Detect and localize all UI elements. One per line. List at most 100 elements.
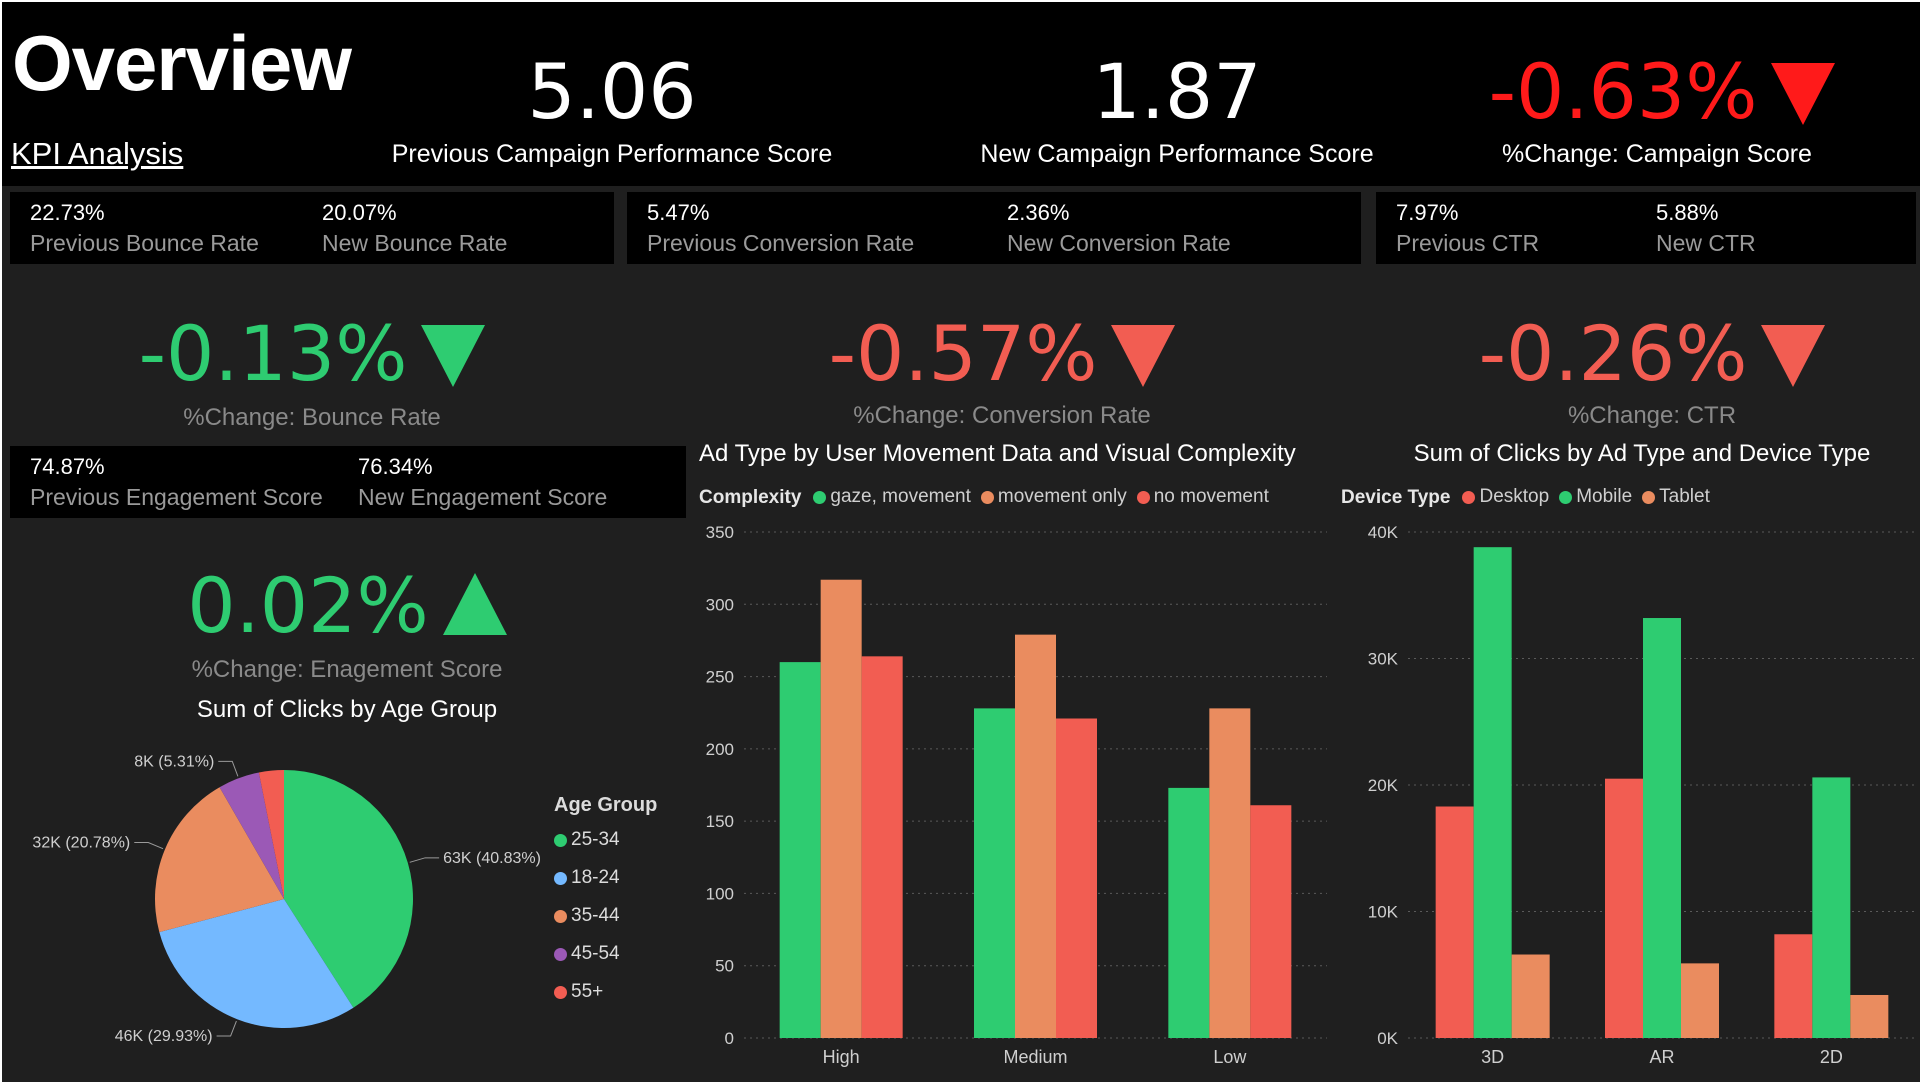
- pie-leader-line: [134, 842, 164, 850]
- prev-conversion-rate-value: 5.47%: [647, 200, 710, 225]
- bar-medium-gaze-movement[interactable]: [974, 708, 1015, 1038]
- y-tick-label: 250: [706, 668, 734, 687]
- y-tick-label: 0: [725, 1029, 734, 1048]
- bar-2d-desktop[interactable]: [1774, 934, 1813, 1038]
- prev-ctr-label: Previous CTR: [1396, 230, 1540, 256]
- age-legend-item-35-44[interactable]: 35-44: [554, 897, 657, 935]
- pie-leader-line: [218, 760, 239, 777]
- prev-engagement-score-label: Previous Engagement Score: [30, 484, 323, 510]
- legend-item-movement-only[interactable]: movement only: [980, 486, 1127, 508]
- bar-ar-tablet[interactable]: [1681, 963, 1719, 1038]
- legend-label: 35-44: [571, 905, 620, 926]
- device-legend-items: Desktop Mobile Tablet: [1462, 486, 1719, 510]
- legend-dot-icon: [1462, 490, 1476, 504]
- legend-label: Mobile: [1576, 486, 1633, 507]
- bounce-change-label: %Change: Bounce Rate: [183, 404, 441, 431]
- legend-label: movement only: [997, 486, 1127, 507]
- new-engagement-score-value: 76.34%: [358, 454, 433, 479]
- bar-low-movement-only[interactable]: [1209, 708, 1251, 1038]
- y-tick-label: 30K: [1368, 650, 1399, 669]
- triangle-down-icon: [1771, 63, 1836, 125]
- engagement-change-label: %Change: Enagement Score: [191, 656, 503, 683]
- bar-medium-movement-only[interactable]: [1015, 634, 1056, 1038]
- age-pie-title: Sum of Clicks by Age Group: [196, 696, 498, 723]
- triangle-up-icon: [442, 573, 507, 635]
- engagement-change-kpi: 0.02%: [97, 566, 597, 646]
- age-legend-item-25-34[interactable]: 25-34: [554, 821, 657, 859]
- bar-high-gaze-movement[interactable]: [779, 662, 821, 1038]
- bar-medium-no-movement[interactable]: [1056, 718, 1097, 1038]
- complexity-legend-title: Complexity: [699, 486, 802, 508]
- bar-ar-mobile[interactable]: [1643, 618, 1681, 1038]
- ctr-change-label: %Change: CTR: [1567, 402, 1737, 429]
- legend-dot-icon: [813, 490, 827, 504]
- pie-data-label: 8K (5.31%): [134, 753, 214, 770]
- bounce-change-value: -0.13%: [138, 309, 408, 398]
- bar-high-movement-only[interactable]: [820, 579, 862, 1038]
- legend-dot-icon: [554, 985, 567, 999]
- triangle-down-icon: [1761, 325, 1826, 387]
- pie-data-label: 63K (40.83%): [443, 850, 541, 867]
- x-tick-label: 2D: [1820, 1047, 1843, 1067]
- kpi-analysis-link[interactable]: KPI Analysis: [11, 136, 183, 172]
- legend-dot-icon: [554, 833, 567, 847]
- engagement-score-card: 74.87% Previous Engagement Score 76.34% …: [10, 446, 686, 518]
- campaign-change-label: %Change: Campaign Score: [1502, 140, 1812, 168]
- engagement-change-value: 0.02%: [187, 561, 429, 650]
- x-tick-label: 3D: [1481, 1047, 1504, 1067]
- y-tick-label: 50: [715, 957, 734, 976]
- legend-item-mobile[interactable]: Mobile: [1559, 486, 1632, 508]
- legend-dot-icon: [554, 909, 567, 923]
- ctr-card: 7.97% Previous CTR 5.88% New CTR: [1376, 192, 1916, 264]
- device-legend-title: Device Type: [1341, 486, 1451, 508]
- conversion-change-label: %Change: Conversion Rate: [853, 402, 1151, 429]
- age-legend-item-45-54[interactable]: 45-54: [554, 935, 657, 973]
- age-legend-items: 25-34 18-24 35-44 45-54 55+: [554, 821, 657, 1011]
- legend-label: 18-24: [571, 867, 620, 888]
- legend-label: Desktop: [1479, 486, 1550, 507]
- bar-3d-mobile[interactable]: [1473, 547, 1512, 1038]
- bar-low-gaze-movement[interactable]: [1168, 787, 1210, 1038]
- complexity-chart-title: Ad Type by User Movement Data and Visual…: [699, 440, 1296, 467]
- legend-item-gaze-movement[interactable]: gaze, movement: [813, 486, 971, 508]
- bar-high-no-movement[interactable]: [861, 656, 903, 1038]
- age-group-pie-chart: 63K (40.83%) 46K (29.93%) 32K (20.78%) 8K (…: [32, 753, 541, 1045]
- legend-label: gaze, movement: [830, 486, 971, 507]
- triangle-down-icon: [421, 325, 486, 387]
- new-campaign-score-value: 1.87: [1092, 47, 1262, 136]
- new-engagement-score-label: New Engagement Score: [358, 484, 608, 510]
- bar-2d-mobile[interactable]: [1812, 777, 1851, 1038]
- dashboard: Overview KPI Analysis 5.06 Previous Camp…: [2, 2, 1920, 1082]
- prev-conversion-rate-label: Previous Conversion Rate: [647, 230, 915, 256]
- conversion-change-kpi: -0.57%: [752, 314, 1252, 394]
- legend-item-no-movement[interactable]: no movement: [1136, 486, 1269, 508]
- device-chart-title: Sum of Clicks by Ad Type and Device Type: [1413, 440, 1871, 467]
- y-tick-label: 100: [706, 884, 734, 903]
- age-group-legend: Age Group 25-34 18-24 35-44 45-54 55+: [554, 794, 657, 1011]
- legend-label: Tablet: [1659, 486, 1710, 507]
- legend-dot-icon: [1642, 490, 1656, 504]
- legend-dot-icon: [1136, 490, 1150, 504]
- complexity-legend: Complexity gaze, movement movement only no…: [699, 486, 1279, 510]
- bar-3d-desktop[interactable]: [1435, 806, 1474, 1038]
- legend-label: no movement: [1153, 486, 1269, 507]
- legend-item-desktop[interactable]: Desktop: [1462, 486, 1549, 508]
- x-tick-label: Medium: [1003, 1047, 1067, 1067]
- bar-ar-desktop[interactable]: [1605, 778, 1643, 1038]
- new-campaign-score-label: New Campaign Performance Score: [980, 140, 1374, 168]
- bar-low-no-movement[interactable]: [1250, 805, 1292, 1038]
- y-tick-label: 20K: [1368, 776, 1399, 795]
- new-ctr-label: New CTR: [1656, 230, 1756, 256]
- legend-label: 25-34: [571, 829, 620, 850]
- legend-label: 45-54: [571, 943, 620, 964]
- conversion-change-value: -0.57%: [828, 309, 1098, 398]
- legend-item-tablet[interactable]: Tablet: [1642, 486, 1710, 508]
- new-conversion-rate-value: 2.36%: [1007, 200, 1070, 225]
- bar-3d-tablet[interactable]: [1511, 954, 1550, 1038]
- page-title: Overview: [12, 19, 352, 107]
- y-tick-label: 350: [706, 523, 734, 542]
- age-legend-item-18-24[interactable]: 18-24: [554, 859, 657, 897]
- bar-2d-tablet[interactable]: [1850, 994, 1889, 1038]
- age-legend-item-55[interactable]: 55+: [554, 973, 657, 1011]
- prev-engagement-score-value: 74.87%: [30, 454, 105, 479]
